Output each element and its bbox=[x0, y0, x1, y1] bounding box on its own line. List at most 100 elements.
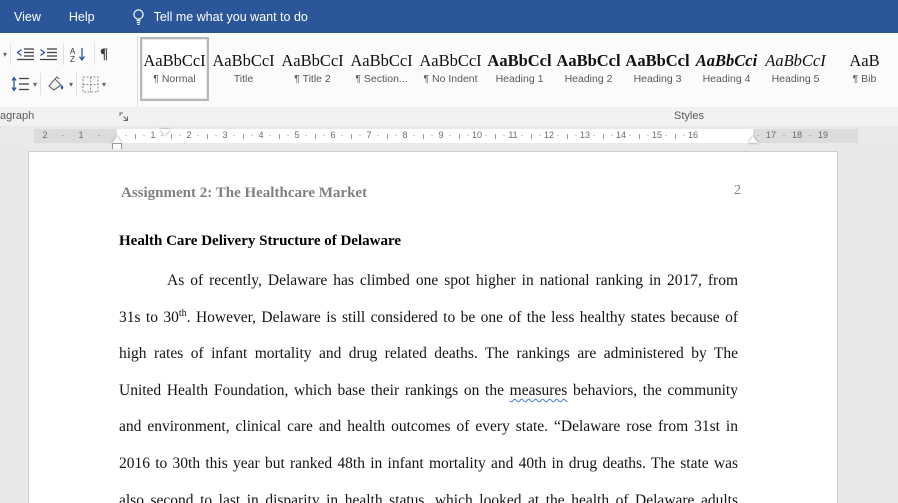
tab-help[interactable]: Help bbox=[55, 0, 109, 33]
body-line[interactable]: also second to last in disparity in heal… bbox=[119, 490, 738, 503]
ruler-number: 16 bbox=[688, 130, 698, 140]
ruler-number: 7 bbox=[366, 130, 371, 140]
ruler-tick: · bbox=[323, 130, 326, 140]
chevron-down-icon[interactable]: ▾ bbox=[102, 80, 106, 89]
body-line[interactable]: As of recently, Delaware has climbed one… bbox=[119, 270, 738, 307]
text-segment: and environment, clinical care and healt… bbox=[119, 418, 738, 435]
text-segment: . However, Delaware is still considered … bbox=[187, 309, 738, 326]
ruler-row: 2·1···1··2··3··4··5··6··7··8··9··10··11·… bbox=[0, 126, 898, 149]
paragraph-group-label: agraph bbox=[0, 110, 34, 122]
chevron-down-icon[interactable]: ▾ bbox=[69, 80, 73, 89]
style-preview: AaBbCcl bbox=[487, 53, 551, 70]
word-window: View Help Tell me what you want to do ▾ bbox=[0, 0, 898, 503]
ruler-number: 5 bbox=[294, 130, 299, 140]
style-label: Heading 5 bbox=[772, 73, 820, 85]
style-label: Heading 4 bbox=[703, 73, 751, 85]
decrease-indent-button[interactable] bbox=[14, 44, 37, 64]
ruler-tick bbox=[459, 134, 460, 139]
style-item-no-indent[interactable]: AaBbCcI¶ No Indent bbox=[416, 37, 485, 101]
style-label: ¶ Bib bbox=[853, 73, 877, 85]
style-label: ¶ Section... bbox=[355, 73, 407, 85]
style-item-section[interactable]: AaBbCcI¶ Section... bbox=[347, 37, 416, 101]
body-paragraph[interactable]: As of recently, Delaware has climbed one… bbox=[119, 270, 738, 503]
document-area: Assignment 2: The Healthcare Market 2 He… bbox=[0, 149, 898, 503]
ruler-number: 2 bbox=[42, 130, 47, 140]
ruler-tick bbox=[495, 134, 496, 139]
line-spacing-button[interactable] bbox=[8, 74, 32, 94]
ruler-number: 9 bbox=[438, 130, 443, 140]
ruler-tick: · bbox=[629, 130, 632, 140]
separator bbox=[94, 43, 95, 65]
chevron-down-icon[interactable]: ▾ bbox=[33, 80, 37, 89]
style-item-heading-3[interactable]: AaBbCcl Heading 3 bbox=[623, 37, 692, 101]
ruler-number: 11 bbox=[508, 130, 517, 140]
shading-button[interactable] bbox=[44, 74, 68, 95]
ruler-tick bbox=[639, 134, 640, 139]
left-indent-marker[interactable] bbox=[112, 136, 122, 143]
ruler-tick: · bbox=[143, 130, 146, 140]
ruler-number: 8 bbox=[402, 130, 407, 140]
separator bbox=[76, 73, 77, 95]
borders-button[interactable] bbox=[80, 74, 101, 95]
show-paragraph-marks-button[interactable]: ¶ bbox=[98, 44, 110, 65]
body-line[interactable]: 31s to 30th. However, Delaware is still … bbox=[119, 307, 738, 344]
increase-indent-button[interactable] bbox=[37, 44, 60, 64]
ruler-tick bbox=[315, 134, 316, 139]
style-label: ¶ No Indent bbox=[423, 73, 477, 85]
style-item-heading-4[interactable]: AaBbCciHeading 4 bbox=[692, 37, 761, 101]
body-line[interactable]: 2016 to 30th this year but ranked 48th i… bbox=[119, 453, 738, 490]
ruler-tick: · bbox=[233, 130, 236, 140]
style-item-heading-2[interactable]: AaBbCclHeading 2 bbox=[554, 37, 623, 101]
ruler-number: 6 bbox=[330, 130, 335, 140]
sort-button[interactable]: A Z bbox=[67, 44, 91, 65]
ruler-tick: · bbox=[377, 130, 380, 140]
style-preview: AaBbCcl bbox=[625, 53, 689, 70]
text-segment: 31s to 30 bbox=[119, 309, 179, 326]
tab-view[interactable]: View bbox=[0, 0, 55, 33]
ruler-tick: · bbox=[467, 130, 470, 140]
ruler-tick bbox=[171, 134, 172, 139]
style-item-heading-5[interactable]: AaBbCcIHeading 5 bbox=[761, 37, 830, 101]
ruler-tick: · bbox=[485, 130, 488, 140]
style-label: Heading 3 bbox=[634, 73, 682, 85]
ruler-tick: · bbox=[413, 130, 416, 140]
ruler-number: 4 bbox=[258, 130, 263, 140]
ruler-number: 17 bbox=[766, 130, 776, 140]
body-line[interactable]: and environment, clinical care and healt… bbox=[119, 416, 738, 453]
text-segment: also second to last in disparity in heal… bbox=[119, 492, 738, 503]
style-label: ¶ Normal bbox=[153, 73, 195, 85]
right-indent-marker[interactable] bbox=[748, 136, 758, 143]
ruler-tick: · bbox=[647, 130, 650, 140]
paragraph-dialog-launcher-icon[interactable] bbox=[118, 110, 130, 122]
body-line[interactable]: United Health Foundation, which base the… bbox=[119, 380, 738, 417]
style-item-title-2[interactable]: AaBbCcI¶ Title 2 bbox=[278, 37, 347, 101]
ruler-tick: · bbox=[359, 130, 362, 140]
style-item-bib[interactable]: AaB¶ Bib bbox=[830, 37, 898, 101]
ruler-tick: · bbox=[593, 130, 596, 140]
style-item-heading-1[interactable]: AaBbCclHeading 1 bbox=[485, 37, 554, 101]
tell-me-box[interactable]: Tell me what you want to do bbox=[131, 8, 308, 26]
ruler-tick: · bbox=[575, 130, 578, 140]
ruler-tick bbox=[351, 134, 352, 139]
document-page[interactable]: Assignment 2: The Healthcare Market 2 He… bbox=[28, 151, 838, 503]
ruler-tick: · bbox=[521, 130, 524, 140]
first-line-indent-marker[interactable] bbox=[160, 129, 170, 136]
ribbon-tab-bar: View Help Tell me what you want to do bbox=[0, 0, 898, 33]
grammar-flagged-word: measures bbox=[510, 382, 568, 399]
ruler-tick: · bbox=[179, 130, 182, 140]
style-item-normal[interactable]: AaBbCcI ¶ Normal bbox=[140, 37, 209, 101]
ruler-tick: · bbox=[665, 130, 668, 140]
document-heading[interactable]: Health Care Delivery Structure of Delawa… bbox=[119, 233, 401, 250]
chevron-down-icon[interactable]: ▾ bbox=[3, 50, 7, 59]
ruler-tick: · bbox=[395, 130, 398, 140]
ruler-tick bbox=[567, 134, 568, 139]
style-preview: AaBbCcI bbox=[143, 53, 205, 70]
text-segment: 2016 to 30th this year but ranked 48th i… bbox=[119, 455, 738, 472]
page-number: 2 bbox=[734, 183, 741, 199]
horizontal-ruler[interactable]: 2·1···1··2··3··4··5··6··7··8··9··10··11·… bbox=[34, 129, 858, 143]
ruler-tick: · bbox=[125, 130, 128, 140]
style-item-title[interactable]: AaBbCcITitle bbox=[209, 37, 278, 101]
body-line[interactable]: high rates of infant mortality and drug … bbox=[119, 343, 738, 380]
ruler-tick: · bbox=[683, 130, 686, 140]
ruler-number: 3 bbox=[222, 130, 227, 140]
